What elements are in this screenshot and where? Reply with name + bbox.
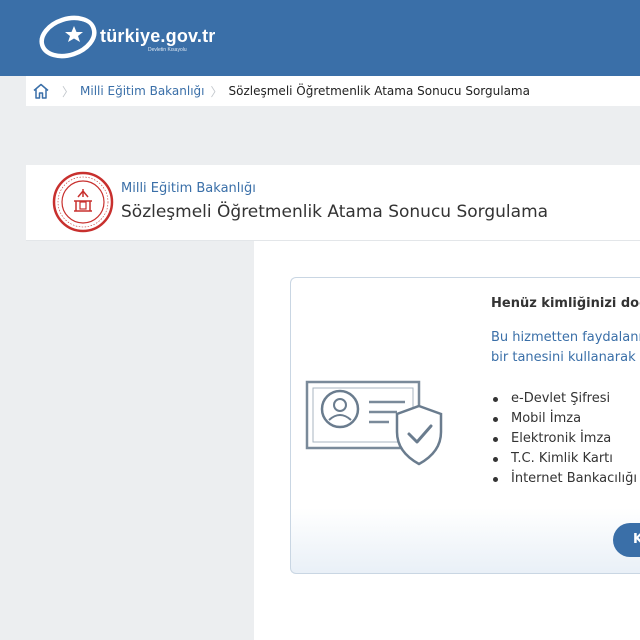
login-method-mobile-signature: Mobil İmza (491, 409, 637, 429)
id-card-shield-icon (305, 380, 443, 466)
logo-text: türkiye.gov.tr (100, 26, 216, 46)
service-card: Milli Eğitim Bakanlığı Sözleşmeli Öğretm… (26, 165, 640, 640)
turkiye-gov-logo[interactable]: türkiye.gov.tr Devletin Kısayolu (38, 12, 238, 62)
breadcrumb-separator: 〉 (62, 84, 75, 99)
login-method-edevlet: e-Devlet Şifresi (491, 389, 637, 409)
login-button[interactable]: K (613, 523, 640, 557)
login-description-line2: bir tanesini kullanarak s (491, 350, 640, 365)
breadcrumb-item-ministry[interactable]: Milli Eğitim Bakanlığı (80, 84, 204, 98)
crescent-star-logo-icon (39, 15, 97, 59)
login-method-e-signature: Elektronik İmza (491, 429, 637, 449)
top-header-bar: türkiye.gov.tr Devletin Kısayolu (0, 0, 640, 76)
main-content: Henüz kimliğinizi doğru Bu hizmetten fay… (254, 241, 640, 640)
breadcrumb-item-current: Sözleşmeli Öğretmenlik Atama Sonucu Sorg… (228, 84, 530, 98)
service-header: Milli Eğitim Bakanlığı Sözleşmeli Öğretm… (26, 165, 640, 241)
login-methods-list: e-Devlet Şifresi Mobil İmza Elektronik İ… (491, 389, 637, 489)
page-title: Sözleşmeli Öğretmenlik Atama Sonucu Sorg… (121, 202, 549, 222)
login-title: Henüz kimliğinizi doğru (491, 296, 640, 311)
meb-seal-icon (52, 171, 114, 233)
login-method-id-card: T.C. Kimlik Kartı (491, 449, 637, 469)
left-sidebar (26, 241, 254, 640)
login-prompt-box: Henüz kimliğinizi doğru Bu hizmetten fay… (290, 277, 640, 574)
breadcrumb-home[interactable] (26, 76, 56, 106)
breadcrumb: 〉 Milli Eğitim Bakanlığı 〉 Sözleşmeli Öğ… (26, 76, 640, 106)
logo-tagline: Devletin Kısayolu (148, 47, 187, 53)
home-icon (33, 83, 49, 99)
breadcrumb-separator: 〉 (210, 84, 223, 99)
login-description-line1: Bu hizmetten faydalanm (491, 330, 640, 345)
ministry-name: Milli Eğitim Bakanlığı (121, 181, 256, 196)
login-method-internet-banking: İnternet Bankacılığı (491, 469, 637, 489)
